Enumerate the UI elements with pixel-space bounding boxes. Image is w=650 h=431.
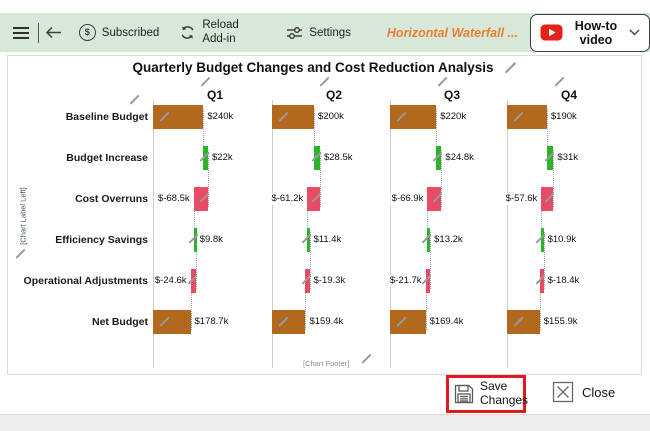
taskbar-strip: [0, 414, 650, 431]
edit-bar-pencil-icon[interactable]: [543, 150, 556, 163]
floppy-disk-icon: [453, 383, 475, 405]
bar-value-label: $22k: [211, 152, 234, 164]
bar-value-label: $-18.4k: [546, 275, 581, 287]
reload-addin-label: Reload Add-in: [202, 18, 239, 45]
edit-bar-pencil-icon[interactable]: [277, 315, 290, 328]
bar-value-label: $-24.6k: [153, 275, 188, 287]
settings-label: Settings: [309, 26, 351, 39]
bar-value-label: $-19.3k: [312, 275, 347, 287]
sliders-icon: [286, 26, 303, 40]
edit-bar-pencil-icon[interactable]: [543, 191, 556, 204]
row-label: Efficiency Savings: [55, 234, 148, 246]
bar-value-label: $-61.2k: [270, 193, 305, 205]
bar-value-label: $13.2k: [433, 234, 464, 246]
edit-bar-pencil-icon[interactable]: [534, 273, 547, 286]
edit-bar-pencil-icon[interactable]: [534, 232, 547, 245]
hamburger-menu-icon[interactable]: [11, 25, 31, 41]
edit-left-label-pencil-icon[interactable]: [14, 247, 27, 260]
subscribed-label: Subscribed: [101, 26, 160, 39]
edit-categories-pencil-icon[interactable]: [128, 93, 141, 106]
bar-value-label: $28.5k: [322, 152, 354, 164]
bar-value-label: $11.4k: [312, 234, 343, 246]
addin-title: Horizontal Waterfall ...: [386, 25, 518, 40]
edit-column-header-pencil-icon[interactable]: [436, 75, 449, 88]
addin-toolbar: $ Subscribed Reload Add-in Settings Hori…: [0, 13, 650, 52]
bar-value-label: $200k: [317, 111, 345, 123]
bar-value-label: $155.9k: [542, 316, 579, 328]
bar-value-label: $-68.5k: [156, 193, 191, 205]
bar-value-label: $240k: [206, 111, 235, 123]
edit-bar-pencil-icon[interactable]: [277, 110, 290, 123]
edit-column-header-pencil-icon[interactable]: [199, 75, 212, 88]
bar-value-label: $169.4k: [428, 316, 465, 328]
edit-bar-pencil-icon[interactable]: [198, 191, 211, 204]
howto-video-label: How-to video: [574, 18, 618, 47]
column-header: Q4: [560, 88, 577, 102]
edit-bar-pencil-icon[interactable]: [187, 232, 200, 245]
settings-button[interactable]: Settings: [286, 26, 351, 40]
bar-value-label: $-21.7k: [388, 275, 423, 287]
bar-value-label: $31k: [556, 152, 580, 164]
bar-value-label: $24.8k: [444, 152, 475, 164]
chart-footer-label[interactable]: [Chart Footer]: [303, 359, 349, 368]
back-arrow-icon[interactable]: [43, 26, 64, 39]
close-label: Close: [582, 384, 616, 400]
edit-bar-pencil-icon[interactable]: [395, 110, 408, 123]
edit-bar-pencil-icon[interactable]: [198, 150, 211, 163]
bar-value-label: $-66.9k: [390, 193, 425, 205]
edit-bar-pencil-icon[interactable]: [431, 150, 444, 163]
howto-video-button[interactable]: How-to video: [529, 13, 650, 52]
row-label: Cost Overruns: [75, 193, 148, 205]
save-changes-label: Save Changes: [480, 379, 529, 407]
edit-bar-pencil-icon[interactable]: [431, 191, 444, 204]
edit-bar-pencil-icon[interactable]: [310, 191, 323, 204]
youtube-icon: [540, 24, 563, 41]
edit-bar-pencil-icon[interactable]: [158, 110, 171, 123]
bar-value-label: $159.4k: [308, 316, 345, 328]
edit-column-header-pencil-icon[interactable]: [553, 75, 566, 88]
bar-value-label: $190k: [549, 111, 578, 123]
bar-value-label: $10.9k: [546, 234, 578, 246]
edit-title-pencil-icon[interactable]: [503, 60, 518, 75]
row-label: Baseline Budget: [65, 111, 148, 123]
app-window: $ Subscribed Reload Add-in Settings Hori…: [0, 0, 650, 431]
chart-title-row: Quarterly Budget Changes and Cost Reduct…: [0, 60, 650, 75]
row-label: Operational Adjustments: [23, 275, 148, 287]
save-highlight-box: Save Changes: [446, 375, 528, 413]
subscribed-button[interactable]: $ Subscribed: [78, 24, 160, 41]
edit-footer-pencil-icon[interactable]: [360, 352, 373, 365]
edit-column-header-pencil-icon[interactable]: [318, 75, 331, 88]
close-button[interactable]: Close: [552, 381, 615, 403]
subscription-dollar-icon: $: [78, 24, 96, 41]
reload-addin-button[interactable]: Reload Add-in: [179, 19, 248, 47]
column-header: Q3: [443, 88, 460, 102]
edit-bar-pencil-icon[interactable]: [158, 315, 171, 328]
refresh-icon: [179, 24, 196, 41]
edit-bar-pencil-icon[interactable]: [300, 232, 313, 245]
chart-title: Quarterly Budget Changes and Cost Reduct…: [132, 60, 494, 75]
column-header: Q2: [325, 88, 342, 102]
bar-value-label: $178.7k: [193, 316, 230, 328]
toolbar-separator: [38, 22, 39, 43]
chevron-down-icon: [629, 29, 640, 36]
row-label: Net Budget: [92, 316, 148, 328]
edit-bar-pencil-icon[interactable]: [300, 273, 313, 286]
edit-bar-pencil-icon[interactable]: [310, 150, 323, 163]
bar-value-label: $220k: [439, 111, 468, 123]
bar-value-label: $-57.6k: [504, 193, 539, 205]
edit-bar-pencil-icon[interactable]: [512, 110, 525, 123]
edit-bar-pencil-icon[interactable]: [512, 315, 525, 328]
bar-value-label: $9.8k: [198, 234, 224, 246]
edit-bar-pencil-icon[interactable]: [395, 315, 408, 328]
edit-bar-pencil-icon[interactable]: [186, 273, 199, 286]
column-header: Q1: [206, 88, 223, 102]
edit-bar-pencil-icon[interactable]: [420, 232, 433, 245]
row-label: Budget Increase: [66, 152, 148, 164]
edit-bar-pencil-icon[interactable]: [420, 273, 433, 286]
close-x-icon: [552, 381, 574, 403]
save-changes-button[interactable]: Save Changes: [449, 379, 532, 408]
